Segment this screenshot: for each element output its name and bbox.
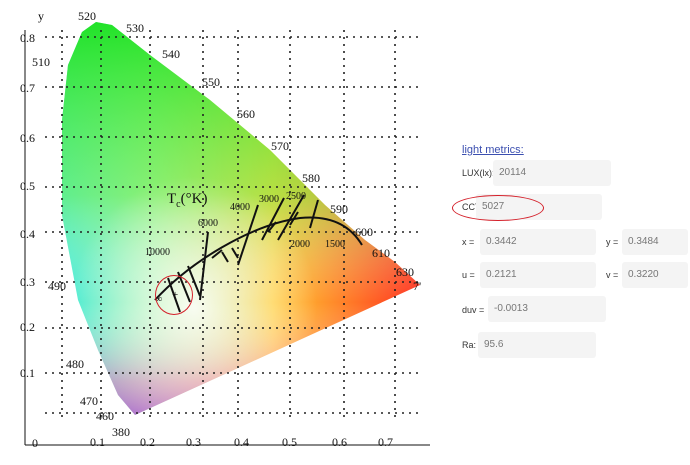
y-axis-label: y (38, 9, 44, 23)
duv-field[interactable]: -0.0013 (488, 296, 606, 322)
temperature-label: 3000 (259, 194, 279, 205)
wavelength-label: 530 (126, 21, 144, 35)
temperature-label: 1500 (325, 239, 345, 250)
x-tick-label: 0.2 (140, 435, 155, 449)
wavelength-label: 630 (396, 265, 414, 279)
x-tick-label: 0.4 (234, 435, 249, 449)
y-tick-label: 0.7 (20, 81, 35, 95)
y-tick-labels: 0.8 0.7 0.6 0.5 0.4 0.3 0.2 0.1 0 (20, 31, 38, 450)
wavelength-label: 7' (413, 279, 421, 293)
wavelength-label: 600 (355, 225, 373, 239)
y-tick-label: 0.4 (20, 227, 35, 241)
wavelength-label: 490 (48, 279, 66, 293)
x-tick-labels: 0.1 0.2 0.3 0.4 0.5 0.6 0.7 (90, 435, 393, 449)
y-label: y = (606, 237, 619, 247)
wavelength-label: 460 (96, 409, 114, 423)
x-label: x = (462, 237, 475, 247)
wavelength-label: 550 (202, 75, 220, 89)
ra-field[interactable]: 95.6 (478, 332, 596, 358)
wavelength-label: 510 (32, 55, 50, 69)
y-tick-label: 0.5 (20, 179, 35, 193)
temperature-label: 2500 (286, 191, 306, 202)
light-metrics-link[interactable]: light metrics: (462, 144, 524, 156)
u-field[interactable]: 0.2121 (480, 262, 596, 288)
duv-label: duv = (462, 305, 485, 315)
v-label: v = (606, 270, 619, 280)
wavelength-label: 590 (330, 202, 348, 216)
x-tick-label: 0.7 (378, 435, 393, 449)
x-tick-label: 0.6 (332, 435, 347, 449)
u-label: u = (462, 270, 475, 280)
y-tick-label: 0.3 (20, 275, 35, 289)
sample-point-mark: + (172, 289, 178, 301)
v-field[interactable]: 0.3220 (622, 262, 688, 288)
wavelength-label: 480 (66, 357, 84, 371)
wavelength-label: 520 (78, 9, 96, 23)
x-tick-label: 0.5 (282, 435, 297, 449)
temperature-label: 4000 (230, 202, 250, 213)
temperature-label: 2000 (290, 239, 310, 250)
wavelength-label: 380 (112, 425, 130, 439)
lux-field[interactable]: 20114 (493, 160, 611, 186)
wavelength-label: 610 (372, 246, 390, 260)
locus-end-symbol: ∞ (155, 294, 162, 305)
wavelength-label: 540 (162, 47, 180, 61)
x-tick-label: 0.3 (186, 435, 201, 449)
wavelength-label: 560 (237, 107, 255, 121)
y-tick-label: 0.8 (20, 31, 35, 45)
y-tick-label: 0.6 (20, 131, 35, 145)
wavelength-label: 470 (80, 394, 98, 408)
temperature-label: 6000 (198, 218, 218, 229)
y-field[interactable]: 0.3484 (622, 229, 688, 255)
cct-field[interactable]: 5027 (476, 194, 602, 220)
x-tick-label: 0.1 (90, 435, 105, 449)
wavelength-label: 580 (302, 171, 320, 185)
wavelength-label: 570 (271, 139, 289, 153)
ra-label: Ra: (462, 340, 477, 350)
lux-label: LUX(lx): (462, 168, 495, 178)
cie-chromaticity-diagram: ∞ + y 0.80.70.60.50.40.30.20.10 0.1 0.2 0.… (20, 9, 430, 450)
y-tick-label: 0.2 (20, 320, 35, 334)
x-field[interactable]: 0.3442 (480, 229, 596, 255)
temperature-label: 10000 (145, 247, 170, 258)
y-tick-label: 0.1 (20, 366, 35, 380)
y-tick-label: 0 (32, 436, 38, 450)
